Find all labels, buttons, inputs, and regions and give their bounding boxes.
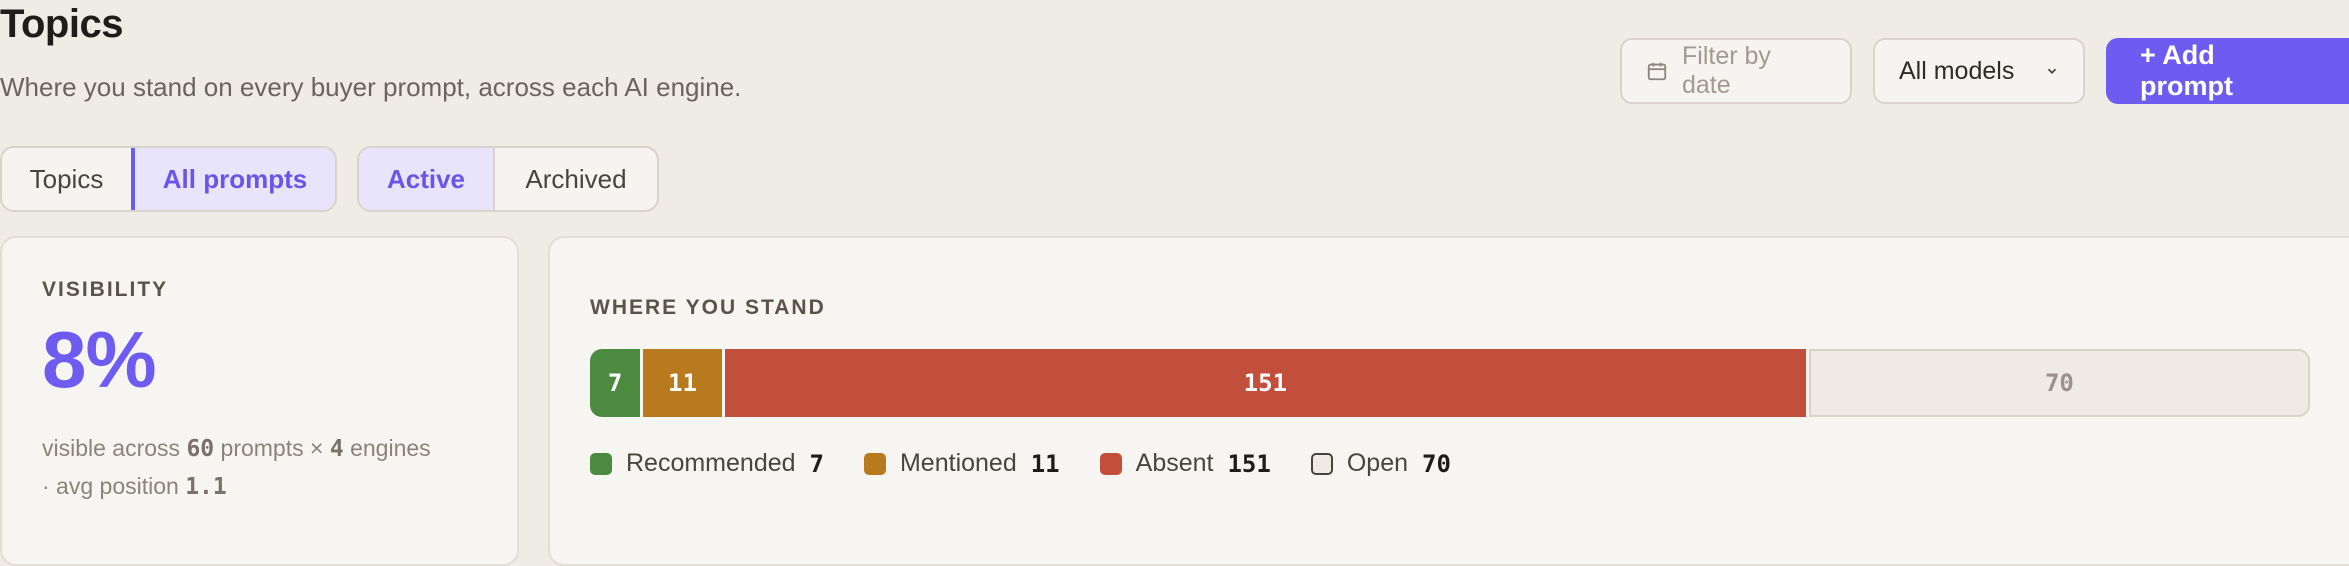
visibility-note-avg: · avg position xyxy=(42,473,179,499)
tab-archived[interactable]: Archived xyxy=(495,148,657,210)
legend-swatch xyxy=(1099,452,1122,475)
where-you-stand-card: WHERE YOU STAND 7 11 151 70 Recommended 7 Men… xyxy=(548,236,2349,566)
visibility-note-engines: engines xyxy=(350,435,431,461)
bar-segment-mentioned: 11 xyxy=(643,349,722,417)
models-select-value: All models xyxy=(1899,56,2015,85)
prompt-count: 60 xyxy=(186,436,215,462)
page-subtitle: Where you stand on every buyer prompt, a… xyxy=(0,72,742,102)
add-prompt-button[interactable]: + Add prompt xyxy=(2106,38,2349,104)
legend-count: 70 xyxy=(1422,449,1451,478)
legend-label: Mentioned xyxy=(899,449,1017,477)
visibility-value: 8% xyxy=(42,315,157,404)
visibility-note-prefix: visible across xyxy=(42,435,181,461)
legend-label: Open xyxy=(1346,449,1409,477)
legend-count: 7 xyxy=(809,449,824,478)
legend-count: 11 xyxy=(1030,449,1060,478)
view-toggle: Topics All prompts xyxy=(0,146,337,212)
visibility-label: VISIBILITY xyxy=(42,278,169,301)
models-select[interactable]: All models xyxy=(1873,38,2085,104)
legend-item-absent: Absent 151 xyxy=(1099,449,1271,478)
legend-label: Absent xyxy=(1135,449,1214,477)
where-you-stand-label: WHERE YOU STAND xyxy=(590,296,826,319)
tab-topics[interactable]: Topics xyxy=(2,148,135,210)
legend-item-recommended: Recommended 7 xyxy=(590,449,824,478)
visibility-card: VISIBILITY 8% visible across 60 prompts … xyxy=(0,236,519,566)
filter-by-date-button[interactable]: Filter by date xyxy=(1620,38,1852,104)
engine-count: 4 xyxy=(329,436,344,462)
legend-swatch xyxy=(863,452,886,475)
chevron-down-icon xyxy=(2045,64,2059,78)
where-you-stand-bar: 7 11 151 70 xyxy=(590,349,2310,417)
page-title: Topics xyxy=(0,2,123,46)
legend-label: Recommended xyxy=(626,449,796,477)
bar-segment-recommended: 7 xyxy=(590,349,641,417)
where-you-stand-legend: Recommended 7 Mentioned 11 Absent 151 Open 70 xyxy=(590,449,1451,478)
calendar-icon xyxy=(1646,60,1668,82)
legend-item-mentioned: Mentioned 11 xyxy=(863,449,1060,478)
legend-item-open: Open 70 xyxy=(1310,449,1451,478)
visibility-note: visible across 60 prompts × 4 engines · … xyxy=(42,430,502,506)
bar-segment-open: 70 xyxy=(1808,349,2310,417)
tab-active[interactable]: Active xyxy=(359,148,495,210)
legend-count: 151 xyxy=(1227,449,1271,478)
toolbar: Filter by date All models + Add prompt xyxy=(1620,38,2349,104)
avg-position: 1.1 xyxy=(185,474,227,500)
legend-swatch xyxy=(590,452,612,475)
legend-swatch xyxy=(1310,452,1333,475)
tab-all-prompts[interactable]: All prompts xyxy=(135,148,335,210)
filter-by-date-label: Filter by date xyxy=(1682,42,1771,99)
status-toggle: Active Archived xyxy=(357,146,659,212)
bar-segment-absent: 151 xyxy=(724,349,1806,417)
visibility-note-mid: prompts × xyxy=(220,435,324,461)
